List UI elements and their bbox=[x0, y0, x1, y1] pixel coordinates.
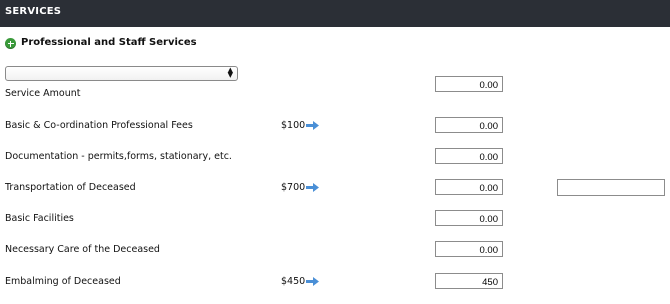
transportation-extra-input[interactable] bbox=[557, 179, 665, 196]
row-label-service-amount: Service Amount bbox=[5, 88, 81, 99]
plus-circle-icon[interactable] bbox=[5, 38, 16, 49]
basic-fees-input[interactable] bbox=[435, 117, 503, 133]
price-embalming: $450 bbox=[281, 276, 306, 287]
arrow-right-icon[interactable] bbox=[306, 121, 319, 130]
row-label-embalming: Embalming of Deceased bbox=[5, 276, 121, 287]
service-amount-input[interactable] bbox=[435, 76, 503, 92]
documentation-input[interactable] bbox=[435, 148, 503, 164]
row-label-necessary-care: Necessary Care of the Deceased bbox=[5, 244, 160, 255]
row-label-documentation: Documentation - permits,forms, stationar… bbox=[5, 151, 232, 162]
transportation-input[interactable] bbox=[435, 179, 503, 195]
basic-facilities-input[interactable] bbox=[435, 210, 503, 226]
price-basic-fees: $100 bbox=[281, 120, 306, 131]
services-header: SERVICES bbox=[0, 0, 670, 27]
row-label-basic-facilities: Basic Facilities bbox=[5, 213, 74, 224]
header-title: SERVICES bbox=[5, 6, 62, 17]
service-select[interactable]: ▲ ▼ bbox=[5, 66, 238, 81]
select-arrows-icon: ▲ ▼ bbox=[227, 66, 233, 79]
row-label-basic-fees: Basic & Co-ordination Professional Fees bbox=[5, 120, 193, 131]
price-transportation: $700 bbox=[281, 182, 306, 193]
embalming-input[interactable] bbox=[435, 273, 503, 289]
necessary-care-input[interactable] bbox=[435, 241, 503, 257]
row-label-transportation: Transportation of Deceased bbox=[5, 182, 136, 193]
arrow-right-icon[interactable] bbox=[306, 277, 319, 286]
arrow-right-icon[interactable] bbox=[306, 183, 319, 192]
section-title: Professional and Staff Services bbox=[21, 37, 197, 48]
